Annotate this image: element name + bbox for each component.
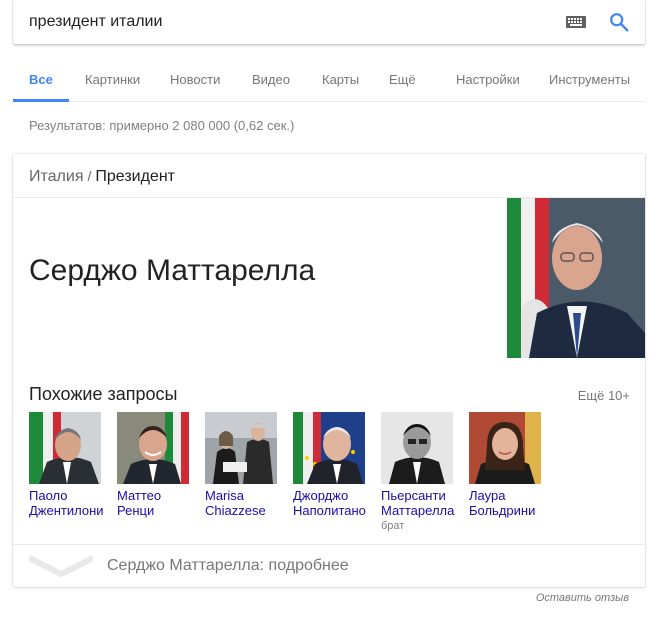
tab-maps[interactable]: Карты — [322, 58, 359, 102]
entity-portrait-image[interactable] — [507, 198, 645, 358]
search-tabs: Все Картинки Новости Видео Карты Ещё Нас… — [13, 58, 645, 102]
keyboard-icon[interactable] — [566, 16, 586, 28]
related-searches-heading: Похожие запросы — [29, 384, 178, 404]
related-item[interactable]: Паоло Джентилони — [29, 412, 104, 518]
feedback-link[interactable]: Оставить отзыв — [536, 592, 629, 604]
breadcrumb-current: Президент — [95, 168, 175, 185]
tab-all[interactable]: Все — [13, 58, 69, 102]
related-thumbnail[interactable] — [29, 412, 101, 484]
related-thumbnail[interactable] — [469, 412, 541, 484]
breadcrumb-parent[interactable]: Италия — [29, 168, 83, 185]
related-relation: брат — [381, 520, 405, 532]
breadcrumb: Италия / Президент — [29, 168, 175, 186]
related-item[interactable]: Пьерсанти Маттарелла брат — [381, 412, 455, 532]
related-item[interactable]: Лаура Больдрини — [469, 412, 543, 518]
divider — [13, 544, 645, 545]
related-name[interactable]: Маттео Ренци — [117, 488, 191, 518]
related-name[interactable]: Джорджо Наполитано — [293, 488, 367, 518]
related-thumbnail[interactable] — [117, 412, 189, 484]
tab-images[interactable]: Картинки — [85, 58, 140, 102]
related-thumbnail[interactable] — [205, 412, 277, 484]
related-more-link[interactable]: Ещё 10+ — [578, 388, 630, 403]
related-name[interactable]: Лаура Больдрини — [469, 488, 543, 518]
tab-tools[interactable]: Инструменты — [549, 58, 630, 102]
breadcrumb-separator: / — [87, 168, 92, 184]
related-item[interactable]: Marisa Chiazzese — [205, 412, 279, 518]
tab-settings[interactable]: Настройки — [456, 58, 520, 102]
tab-news[interactable]: Новости — [170, 58, 220, 102]
related-name[interactable]: Паоло Джентилони — [29, 488, 104, 518]
entity-title: Серджо Маттарелла — [29, 254, 316, 287]
tab-videos[interactable]: Видео — [252, 58, 290, 102]
search-input[interactable] — [29, 0, 549, 44]
tab-more[interactable]: Ещё — [389, 58, 416, 102]
related-thumbnail[interactable] — [293, 412, 365, 484]
search-icon[interactable] — [608, 11, 630, 33]
results-stats: Результатов: примерно 2 080 000 (0,62 се… — [29, 118, 295, 133]
related-thumbnail[interactable] — [381, 412, 453, 484]
related-item[interactable]: Маттео Ренци — [117, 412, 191, 518]
search-box[interactable] — [13, 0, 645, 44]
more-about-link[interactable]: Серджо Маттарелла: подробнее — [107, 557, 349, 575]
related-name[interactable]: Marisa Chiazzese — [205, 488, 279, 518]
chevron-down-icon[interactable] — [29, 554, 93, 578]
knowledge-card: Италия / Президент Серджо Маттарелла Похож… — [13, 154, 645, 587]
related-item[interactable]: Джорджо Наполитано — [293, 412, 367, 518]
related-name[interactable]: Пьерсанти Маттарелла — [381, 488, 455, 518]
